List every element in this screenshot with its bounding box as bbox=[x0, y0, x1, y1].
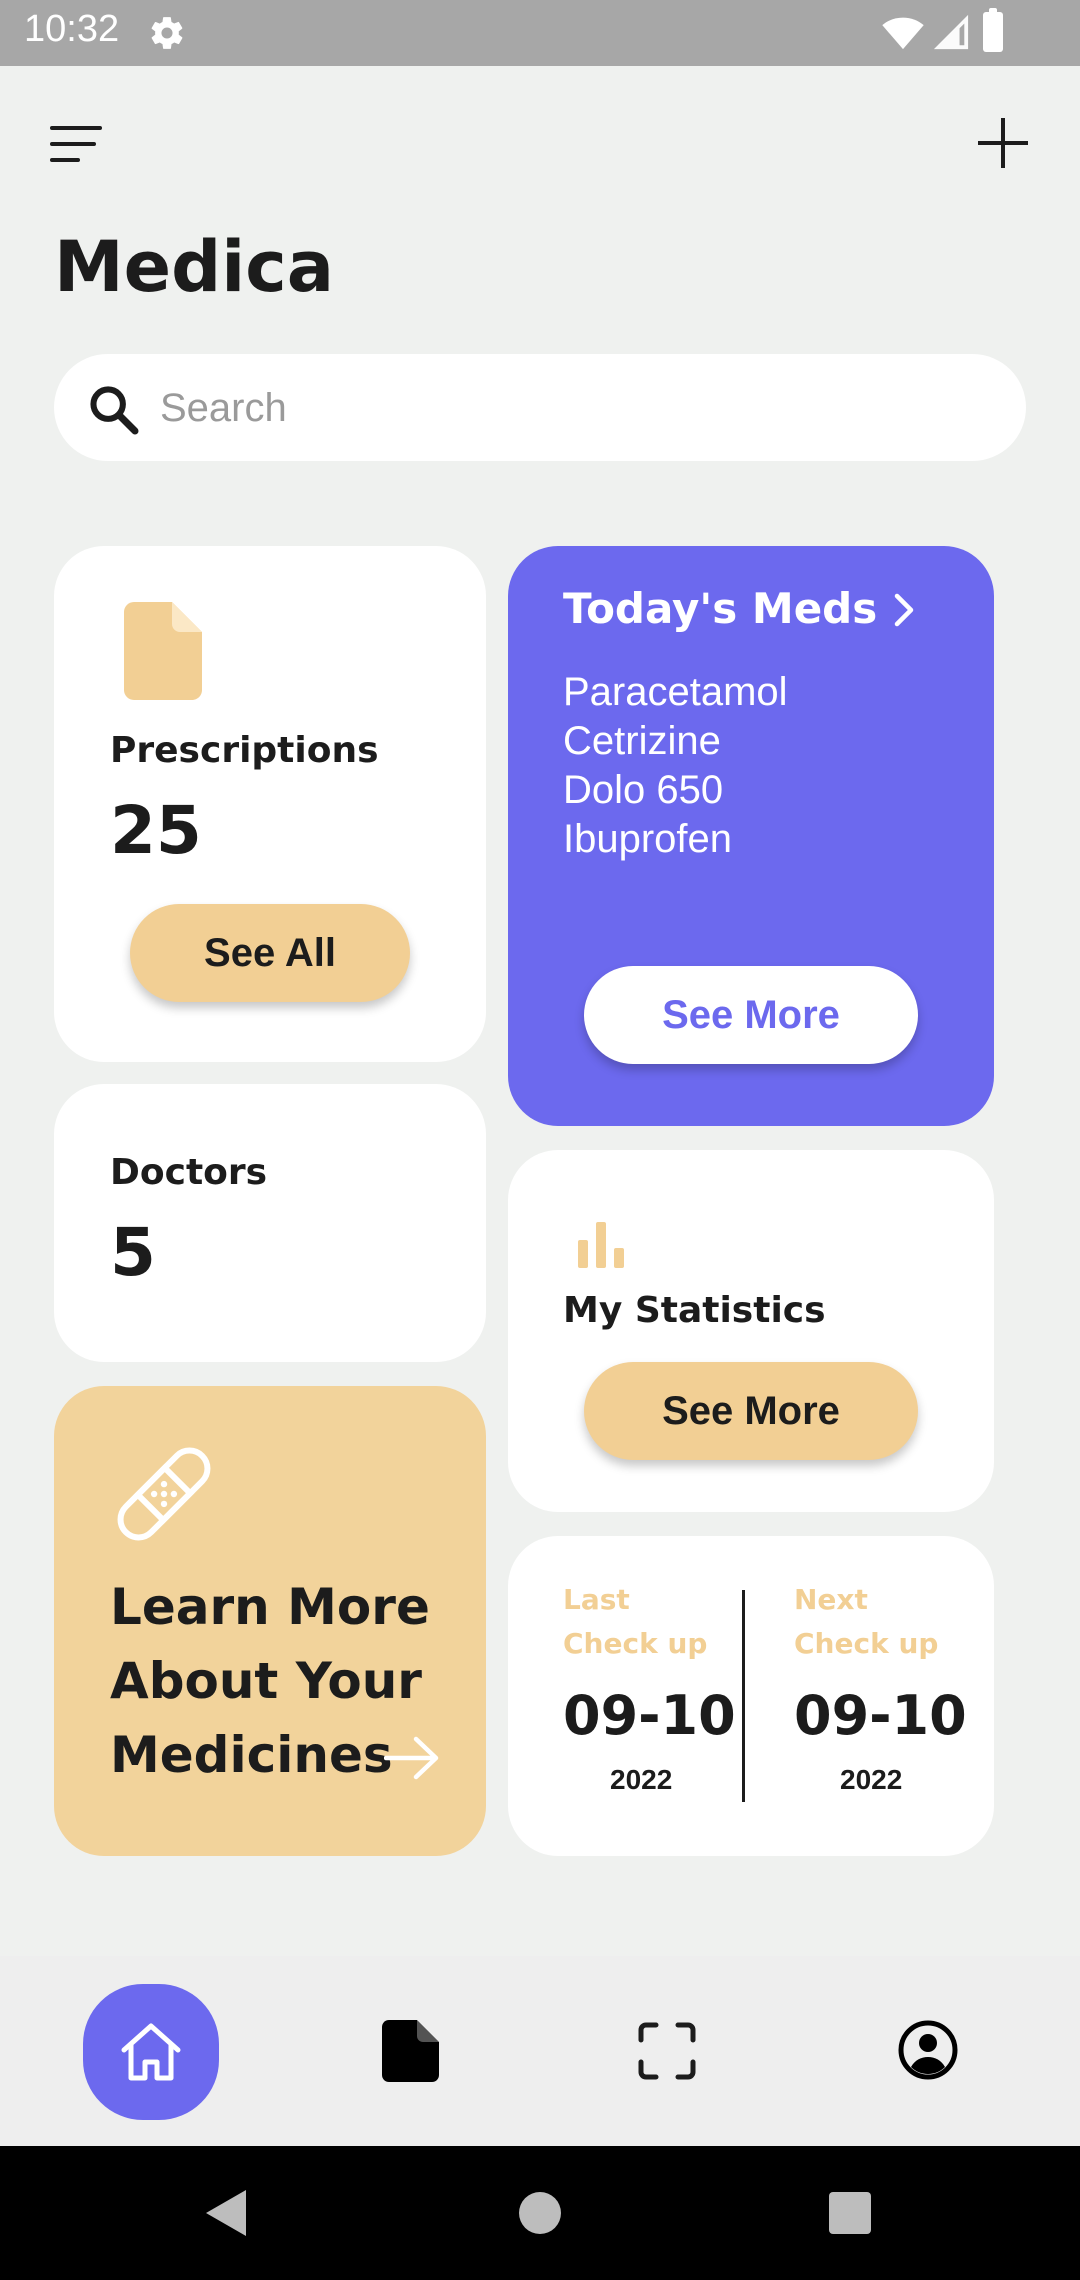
statistics-label: My Statistics bbox=[563, 1290, 826, 1331]
med-item: Ibuprofen bbox=[563, 817, 733, 861]
last-checkup-year: 2022 bbox=[610, 1764, 673, 1795]
system-back-icon[interactable] bbox=[204, 2188, 248, 2238]
prescriptions-label: Prescriptions bbox=[110, 730, 379, 771]
see-more-meds-button[interactable]: See More bbox=[584, 966, 918, 1064]
last-checkup-label: Last Check up bbox=[563, 1583, 708, 1660]
doctors-count: 5 bbox=[110, 1214, 156, 1291]
med-item: Cetrizine bbox=[563, 719, 721, 763]
med-item: Dolo 650 bbox=[563, 768, 724, 812]
med-item: Paracetamol bbox=[563, 670, 788, 714]
add-icon[interactable] bbox=[978, 118, 1028, 168]
doctors-label: Doctors bbox=[110, 1152, 268, 1193]
see-more-statistics-button[interactable]: See More bbox=[584, 1362, 918, 1460]
arrow-right-icon[interactable] bbox=[384, 1736, 440, 1780]
checkup-divider bbox=[742, 1590, 745, 1802]
chevron-right-icon[interactable] bbox=[888, 590, 920, 630]
next-checkup-year: 2022 bbox=[840, 1764, 903, 1795]
menu-icon[interactable] bbox=[50, 124, 104, 164]
learn-more-text[interactable]: Learn More About Your Medicines bbox=[110, 1570, 430, 1792]
settings-gear-icon bbox=[151, 17, 183, 49]
system-home-icon[interactable] bbox=[519, 2192, 561, 2234]
profile-icon[interactable] bbox=[898, 2020, 958, 2080]
cell-signal-icon bbox=[933, 14, 969, 50]
last-checkup-date: 09-10 bbox=[563, 1684, 736, 1747]
bar-chart-icon bbox=[578, 1222, 624, 1268]
wifi-icon bbox=[882, 17, 924, 50]
system-recents-icon[interactable] bbox=[829, 2192, 871, 2234]
see-all-prescriptions-button[interactable]: See All bbox=[130, 904, 410, 1002]
document-icon[interactable] bbox=[382, 2020, 440, 2082]
learn-line: About Your bbox=[110, 1652, 422, 1710]
next-checkup-date: 09-10 bbox=[794, 1684, 967, 1747]
learn-line: Learn More bbox=[110, 1578, 430, 1636]
document-icon bbox=[124, 602, 202, 700]
search-icon bbox=[90, 386, 139, 435]
todays-meds-list: Paracetamol Cetrizine Dolo 650 Ibuprofen bbox=[563, 668, 788, 864]
prescriptions-count: 25 bbox=[110, 792, 202, 869]
page-title: Medica bbox=[54, 226, 334, 308]
next-checkup-label: Next Check up bbox=[794, 1583, 939, 1660]
search-input[interactable] bbox=[160, 376, 980, 440]
todays-meds-title[interactable]: Today's Meds bbox=[563, 584, 877, 633]
bandage-icon bbox=[117, 1447, 211, 1541]
battery-icon bbox=[983, 8, 1003, 52]
home-icon bbox=[121, 2023, 181, 2081]
status-time: 10:32 bbox=[24, 8, 120, 50]
learn-line: Medicines bbox=[110, 1726, 393, 1784]
nav-home-button[interactable] bbox=[83, 1984, 219, 2120]
scan-icon[interactable] bbox=[638, 2022, 696, 2080]
